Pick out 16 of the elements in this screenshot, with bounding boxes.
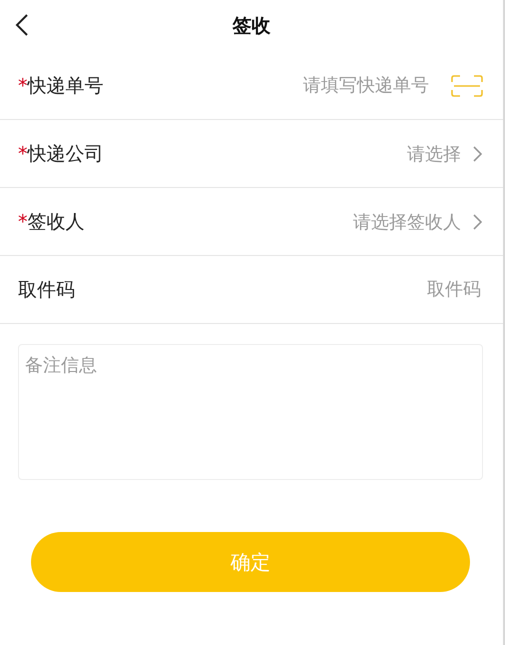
field-label: 签收人 — [28, 210, 84, 234]
input-field[interactable]: 取件码 — [75, 278, 483, 301]
field-label: 取件码 — [18, 278, 75, 302]
page-title: 签收 — [232, 14, 270, 39]
select-field[interactable]: 请选择签收人 — [84, 210, 483, 234]
required-mark: * — [18, 210, 28, 232]
select-field[interactable]: 请选择 — [104, 142, 483, 166]
chevron-right-icon — [473, 144, 483, 162]
confirm-button[interactable]: 确定 — [31, 532, 470, 592]
field-label: 快递公司 — [28, 142, 104, 166]
input-field[interactable]: 请填写快递单号 — [104, 74, 431, 97]
chevron-right-icon — [473, 212, 483, 230]
remarks-field[interactable]: 备注信息 — [18, 344, 483, 480]
field-label: 快递单号 — [28, 74, 104, 98]
required-mark: * — [18, 142, 28, 164]
required-mark: * — [18, 74, 28, 96]
